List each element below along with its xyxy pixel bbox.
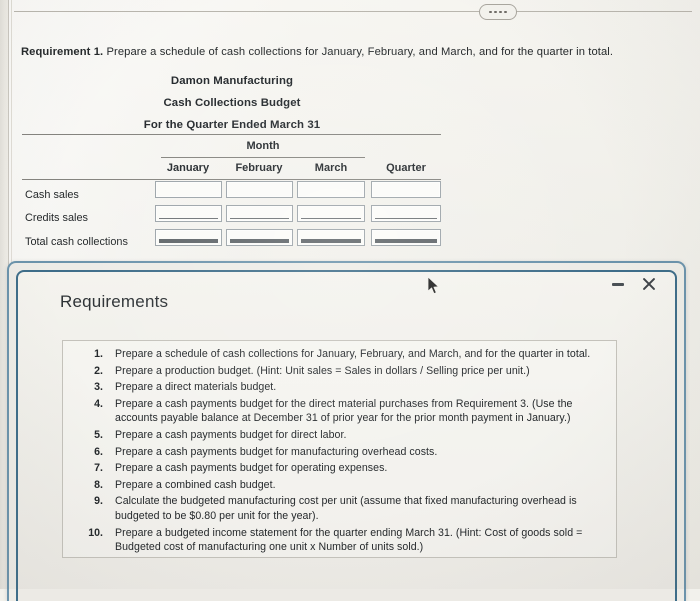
input-credits-sales-quarter[interactable]	[371, 205, 441, 222]
requirement-item: 10. Prepare a budgeted income statement f…	[73, 526, 606, 555]
input-cash-sales-january[interactable]	[155, 181, 222, 198]
requirement-heading: Requirement 1. Prepare a schedule of cas…	[21, 45, 613, 59]
table-group-rule	[161, 157, 365, 158]
handle-dot	[489, 10, 492, 14]
panel-resize-handle[interactable]	[479, 4, 517, 20]
requirement-text: Prepare a cash payments budget for the d…	[115, 397, 573, 425]
requirement-text: Prepare a cash payments budget for direc…	[115, 428, 347, 441]
requirement-item: 1. Prepare a schedule of cash collections…	[73, 347, 606, 362]
input-total-cash-collections-march[interactable]	[297, 229, 365, 246]
handle-dot	[494, 10, 497, 14]
requirement-text: Prepare a direct materials budget.	[115, 381, 277, 394]
table-top-rule	[22, 134, 441, 135]
requirement-number: 10.	[88, 526, 103, 539]
dialog-title: Requirements	[60, 292, 169, 311]
requirement-number: 4.	[94, 397, 103, 410]
requirement-text: Prepare a cash payments budget for opera…	[115, 462, 388, 475]
minimize-button[interactable]	[605, 271, 631, 297]
requirement-item: 8. Prepare a combined cash budget.	[73, 478, 606, 493]
table-header-rule	[22, 179, 441, 180]
minimize-icon	[612, 282, 624, 286]
requirement-item: 6. Prepare a cash payments budget for man…	[73, 445, 606, 460]
requirement-number: 7.	[94, 462, 103, 475]
table-group-header: Month	[246, 140, 280, 152]
worksheet-statement: Cash Collections Budget	[163, 97, 301, 109]
column-header-february: February	[235, 162, 283, 174]
input-cash-sales-march[interactable]	[297, 181, 365, 198]
worksheet-company: Damon Manufacturing	[170, 75, 294, 87]
requirement-number: 8.	[94, 478, 103, 491]
requirement-item: 5. Prepare a cash payments budget for dir…	[73, 428, 606, 443]
requirement-number: 2.	[94, 364, 103, 377]
worksheet-period: For the Quarter Ended March 31	[143, 119, 321, 131]
requirement-item: 3. Prepare a direct materials budget.	[73, 380, 606, 395]
requirement-heading-text: Prepare a schedule of cash collections f…	[106, 46, 614, 58]
requirement-text: Prepare a combined cash budget.	[115, 478, 276, 491]
top-divider	[14, 11, 692, 12]
requirement-heading-label: Requirement 1.	[21, 46, 104, 58]
requirement-item: 2. Prepare a production budget. (Hint: Un…	[73, 364, 606, 379]
requirement-number: 9.	[94, 495, 103, 508]
requirement-text: Prepare a cash payments budget for manuf…	[115, 445, 438, 458]
input-cash-sales-february[interactable]	[226, 181, 293, 198]
input-credits-sales-march[interactable]	[297, 205, 365, 222]
input-total-cash-collections-february[interactable]	[226, 229, 293, 246]
requirement-text: Calculate the budgeted manufacturing cos…	[115, 495, 577, 522]
input-total-cash-collections-quarter[interactable]	[371, 229, 441, 246]
column-header-quarter: Quarter	[386, 162, 426, 174]
input-credits-sales-january[interactable]	[155, 205, 222, 222]
close-button[interactable]	[636, 271, 662, 297]
row-label-cash-sales: Cash sales	[25, 189, 79, 201]
requirement-item: 7. Prepare a cash payments budget for ope…	[73, 461, 606, 476]
input-cash-sales-quarter[interactable]	[371, 181, 441, 198]
close-icon	[641, 276, 657, 292]
row-label-credits-sales: Credits sales	[25, 212, 88, 224]
requirement-number: 1.	[94, 348, 103, 360]
column-header-march: March	[314, 162, 348, 174]
requirement-item: 4. Prepare a cash payments budget for the…	[73, 397, 606, 426]
requirement-text: Prepare a schedule of cash collections f…	[115, 348, 591, 360]
requirements-list-panel: 1. Prepare a schedule of cash collections…	[62, 340, 617, 558]
requirement-item: 9. Calculate the budgeted manufacturing c…	[73, 494, 606, 523]
requirements-list: 1. Prepare a schedule of cash collections…	[73, 347, 606, 555]
column-header-january: January	[166, 162, 210, 174]
requirement-text: Prepare a production budget. (Hint: Unit…	[115, 364, 530, 377]
requirement-number: 3.	[94, 381, 103, 394]
input-total-cash-collections-january[interactable]	[155, 229, 222, 246]
handle-dot	[504, 10, 507, 14]
requirement-number: 6.	[94, 445, 103, 458]
handle-dot	[499, 10, 502, 14]
input-credits-sales-february[interactable]	[226, 205, 293, 222]
requirement-number: 5.	[94, 428, 103, 441]
row-label-total-cash-collections: Total cash collections	[25, 236, 128, 248]
requirement-text: Prepare a budgeted income statement for …	[115, 526, 583, 554]
